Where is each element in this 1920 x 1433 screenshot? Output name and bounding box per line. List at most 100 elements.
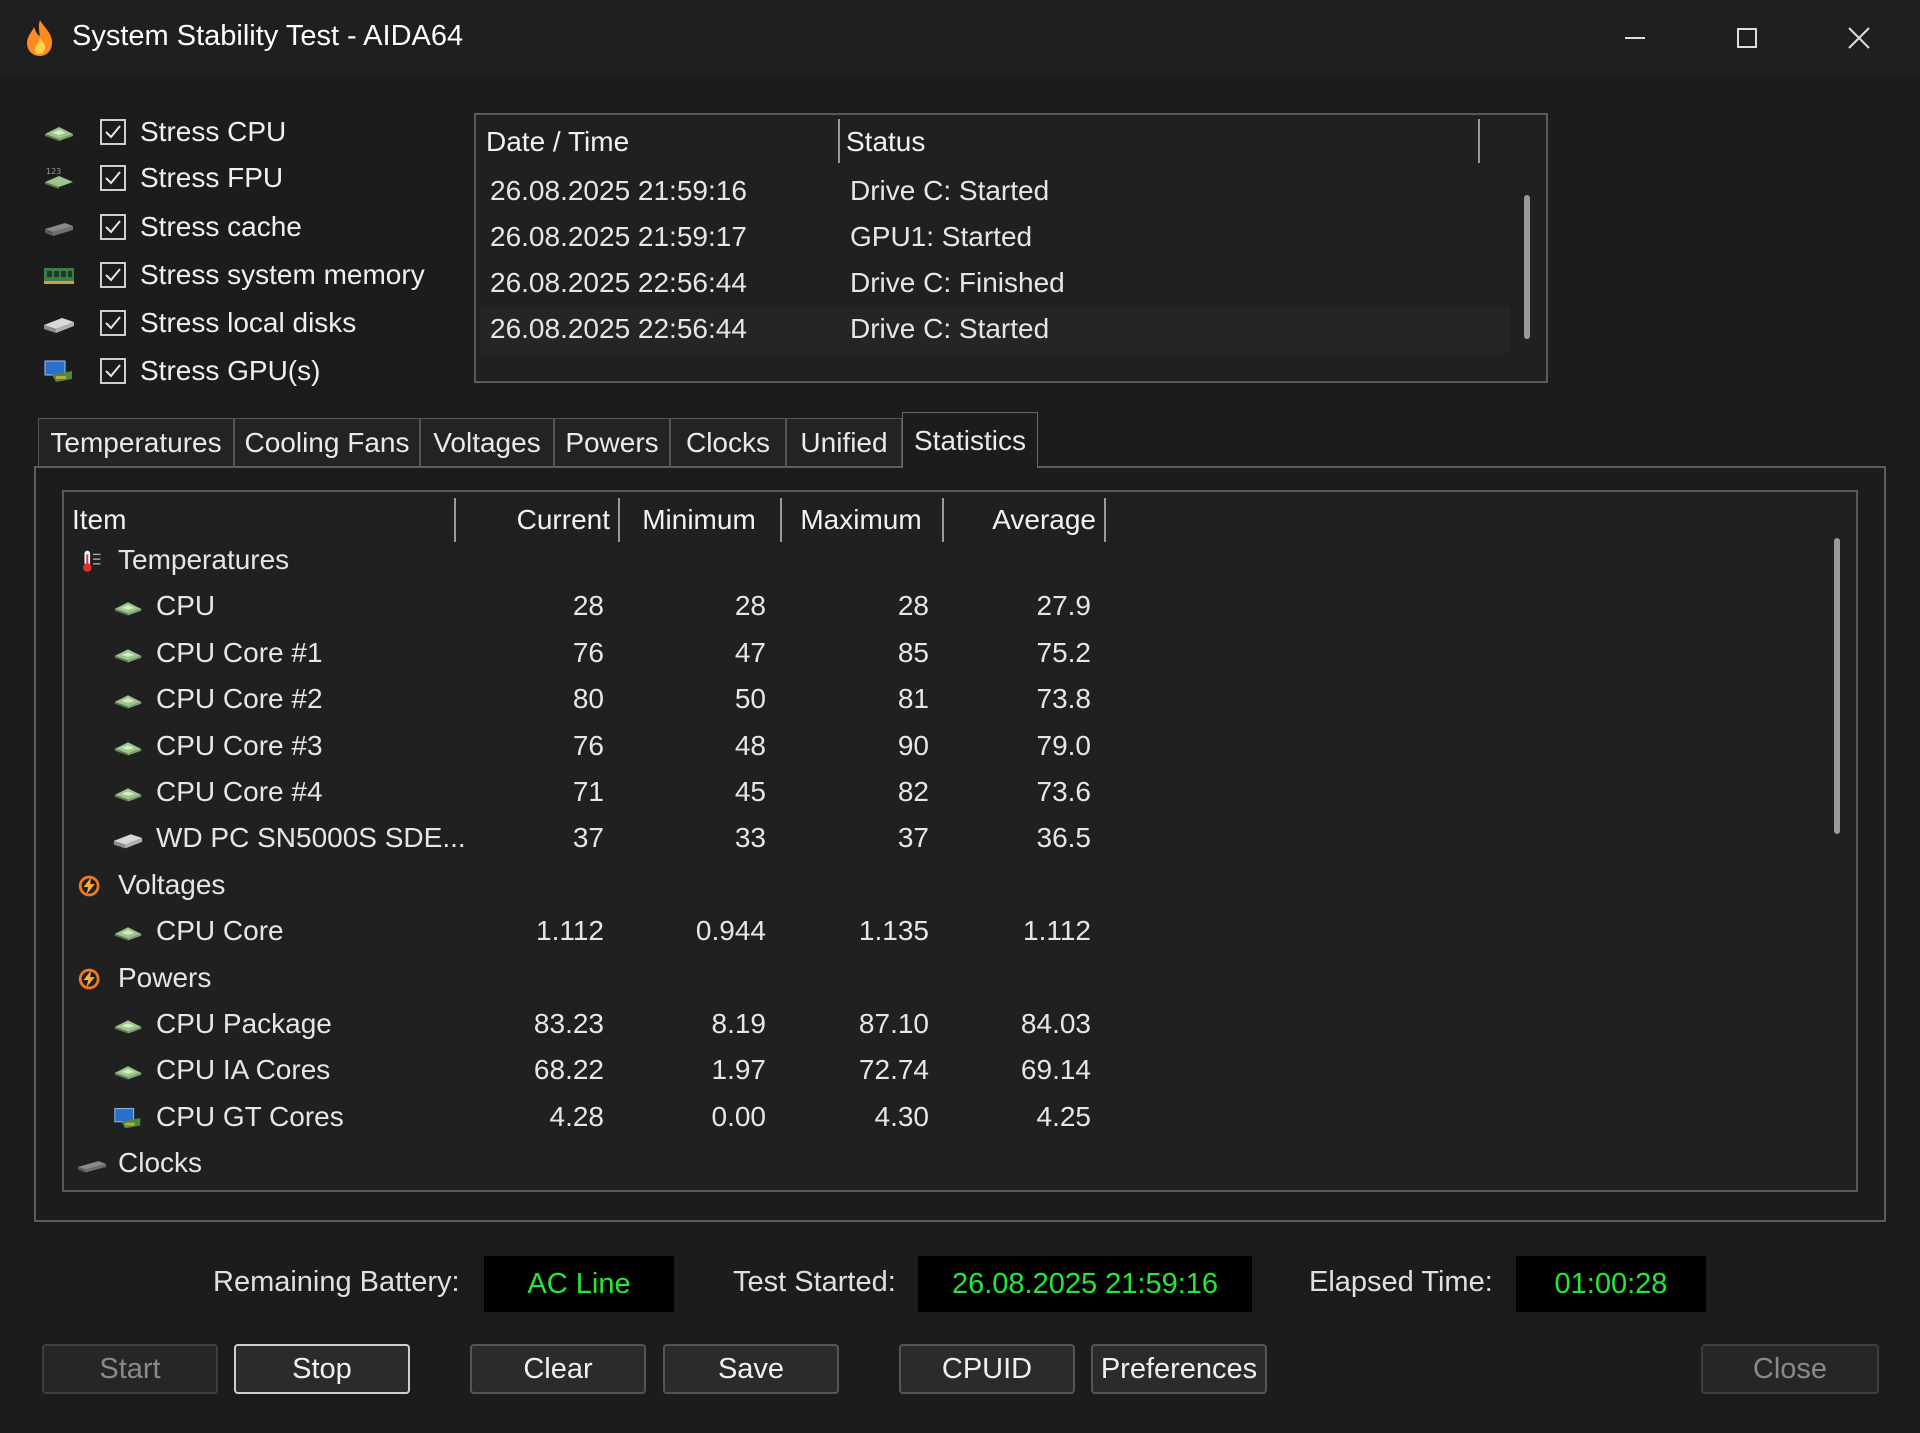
stats-item-label: CPU Core #1 [156, 636, 323, 668]
flame-icon [27, 20, 52, 56]
stats-row[interactable]: CPU Core #4 71 45 82 73.6 [64, 770, 1844, 816]
clock-chip-icon [76, 1151, 108, 1177]
stats-current: 76 [572, 729, 604, 761]
stats-group-row[interactable]: Temperatures [64, 538, 1844, 584]
stats-row[interactable]: CPU Package 83.23 8.19 87.10 84.03 [64, 1002, 1844, 1048]
stats-minimum: 8.19 [711, 1008, 767, 1039]
stats-row[interactable]: CPU IA Cores 68.22 1.97 72.74 69.14 [64, 1048, 1844, 1094]
stats-minimum: 1.97 [711, 1054, 767, 1086]
save-button[interactable]: Save [663, 1344, 839, 1394]
stats-average: 36.5 [1036, 822, 1092, 854]
stats-minimum: 48 [734, 729, 766, 761]
stress-option[interactable]: Stress cache [38, 207, 302, 247]
checkmark-icon [105, 125, 121, 139]
stress-checkbox[interactable] [100, 262, 126, 288]
cpu-chip-icon [112, 1012, 144, 1038]
stats-average: 4.25 [1036, 1100, 1092, 1132]
cpu-chip-icon [112, 594, 144, 620]
stats-average: 73.8 [1036, 683, 1092, 715]
thermometer-icon [76, 548, 108, 574]
stats-maximum: 82 [897, 776, 929, 807]
log-status: Drive C: Finished [850, 267, 1065, 298]
stats-current: 4.28 [549, 1100, 605, 1132]
column-divider[interactable] [838, 119, 840, 163]
log-row[interactable]: 26.08.2025 22:56:44 Drive C: Finished [480, 261, 1510, 307]
log-row[interactable]: 26.08.2025 21:59:17 GPU1: Started [480, 215, 1510, 261]
preferences-button[interactable]: Preferences [1091, 1344, 1267, 1394]
clear-button[interactable]: Clear [470, 1344, 646, 1394]
statistics-table[interactable]: Item Current Minimum Maximum Average Tem… [62, 490, 1858, 1192]
stats-group-row[interactable]: Voltages [64, 863, 1844, 909]
stress-checkbox[interactable] [100, 358, 126, 384]
stats-group-label: Voltages [118, 868, 226, 900]
stats-row[interactable]: CPU Core #3 76 48 90 79.0 [64, 724, 1844, 770]
log-header-status[interactable]: Status [846, 117, 925, 167]
stress-option[interactable]: 123 Stress FPU [38, 158, 283, 198]
event-log-list[interactable]: Date / Time Status 26.08.2025 21:59:16 Dr… [474, 113, 1548, 383]
log-datetime: 26.08.2025 21:59:16 [490, 175, 747, 206]
stats-row[interactable]: CPU Core #2 80 50 81 73.8 [64, 677, 1844, 723]
stress-option-label: Stress cache [140, 211, 302, 242]
log-scrollbar[interactable] [1524, 195, 1530, 339]
stats-minimum: 45 [734, 776, 766, 807]
log-row[interactable]: 26.08.2025 22:56:44 Drive C: Started [480, 307, 1510, 353]
cpuid-button[interactable]: CPUID [899, 1344, 1075, 1394]
cpu-chip-icon [112, 1058, 144, 1084]
tab-unified[interactable]: Unified [786, 418, 902, 466]
stats-minimum: 28 [734, 590, 766, 622]
stats-current: 1.112 [536, 915, 604, 947]
stress-option[interactable]: Stress local disks [38, 303, 356, 343]
cpu-chip-icon [112, 641, 144, 667]
stats-scrollbar[interactable] [1834, 538, 1840, 834]
stats-minimum: 33 [734, 822, 766, 854]
minimize-button[interactable] [1580, 0, 1690, 76]
test-started-value: 26.08.2025 21:59:16 [918, 1256, 1252, 1312]
close-window-button[interactable] [1804, 0, 1914, 76]
stress-checkbox[interactable] [100, 119, 126, 145]
stress-option[interactable]: Stress CPU [38, 112, 286, 152]
maximize-button[interactable] [1692, 0, 1802, 76]
stress-checkbox[interactable] [100, 214, 126, 240]
tab-clocks[interactable]: Clocks [670, 418, 786, 466]
stats-average: 73.6 [1036, 776, 1092, 807]
tab-powers[interactable]: Powers [554, 418, 670, 466]
stats-row[interactable]: CPU 28 28 28 27.9 [64, 584, 1844, 630]
stats-average: 75.2 [1036, 636, 1092, 668]
close-button[interactable]: Close [1701, 1344, 1879, 1394]
stats-average: 27.9 [1036, 590, 1092, 622]
tab-statistics[interactable]: Statistics [902, 412, 1038, 468]
tab-temperatures[interactable]: Temperatures [38, 418, 234, 466]
stats-group-row[interactable]: Powers [64, 956, 1844, 1002]
stats-minimum: 50 [734, 683, 766, 715]
memory-module-icon [38, 262, 80, 288]
stop-button[interactable]: Stop [234, 1344, 410, 1394]
log-row[interactable]: 26.08.2025 21:59:16 Drive C: Started [480, 169, 1510, 215]
title-bar: System Stability Test - AIDA64 [0, 0, 1920, 76]
close-icon [1848, 27, 1870, 49]
elapsed-time-label: Elapsed Time: [1309, 1266, 1493, 1298]
stats-row[interactable]: WD PC SN5000S SDE... 37 33 37 36.5 [64, 816, 1844, 862]
stats-group-row[interactable]: Clocks [64, 1141, 1844, 1187]
log-header-datetime[interactable]: Date / Time [486, 117, 629, 167]
cache-icon [38, 214, 80, 240]
stats-item-label: CPU Core #2 [156, 683, 323, 715]
log-status: Drive C: Started [850, 175, 1050, 206]
column-divider[interactable] [1478, 119, 1480, 163]
tab-voltages[interactable]: Voltages [420, 418, 554, 466]
stats-row[interactable]: CPU Core #1 76 47 85 75.2 [64, 631, 1844, 677]
stress-checkbox[interactable] [100, 165, 126, 191]
start-button[interactable]: Start [42, 1344, 218, 1394]
checkmark-icon [105, 220, 121, 234]
stress-option[interactable]: Stress GPU(s) [38, 351, 320, 391]
stats-group-label: Temperatures [118, 544, 290, 575]
stats-row[interactable]: CPU Core 1.112 0.944 1.135 1.112 [64, 909, 1844, 955]
tab-cooling-fans[interactable]: Cooling Fans [234, 418, 420, 466]
stats-row[interactable]: CPU GT Cores 4.28 0.00 4.30 4.25 [64, 1095, 1844, 1141]
stats-maximum: 1.135 [858, 915, 929, 947]
stats-item-label: CPU Core #4 [156, 776, 323, 807]
stress-checkbox[interactable] [100, 310, 126, 336]
gpu-monitor-icon [112, 1105, 144, 1131]
stress-option[interactable]: Stress system memory [38, 255, 425, 295]
stats-maximum: 85 [897, 636, 929, 668]
column-divider[interactable] [1104, 498, 1106, 542]
